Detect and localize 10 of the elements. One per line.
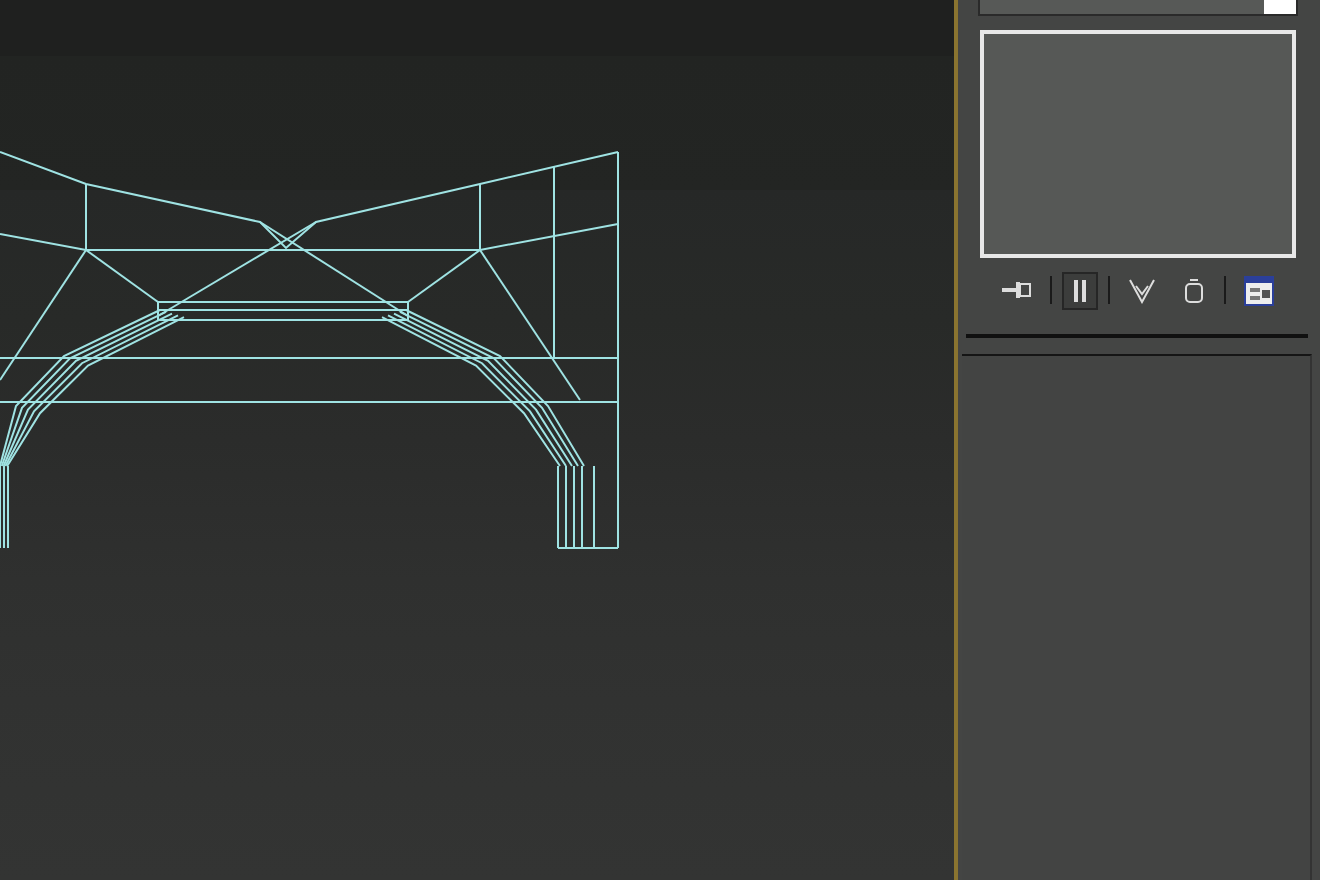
configure-window-icon [1244,275,1274,305]
trash-icon [1185,279,1203,303]
pin-icon [1002,282,1031,298]
modifier-list-dropdown[interactable] [978,0,1298,16]
color-swatch[interactable] [1264,0,1296,14]
double-bar-icon [1074,280,1086,302]
bars-button[interactable] [1062,271,1098,309]
modifier-stack-list[interactable] [980,30,1296,258]
fork-icon [1129,279,1155,304]
viewport[interactable] [0,0,958,880]
